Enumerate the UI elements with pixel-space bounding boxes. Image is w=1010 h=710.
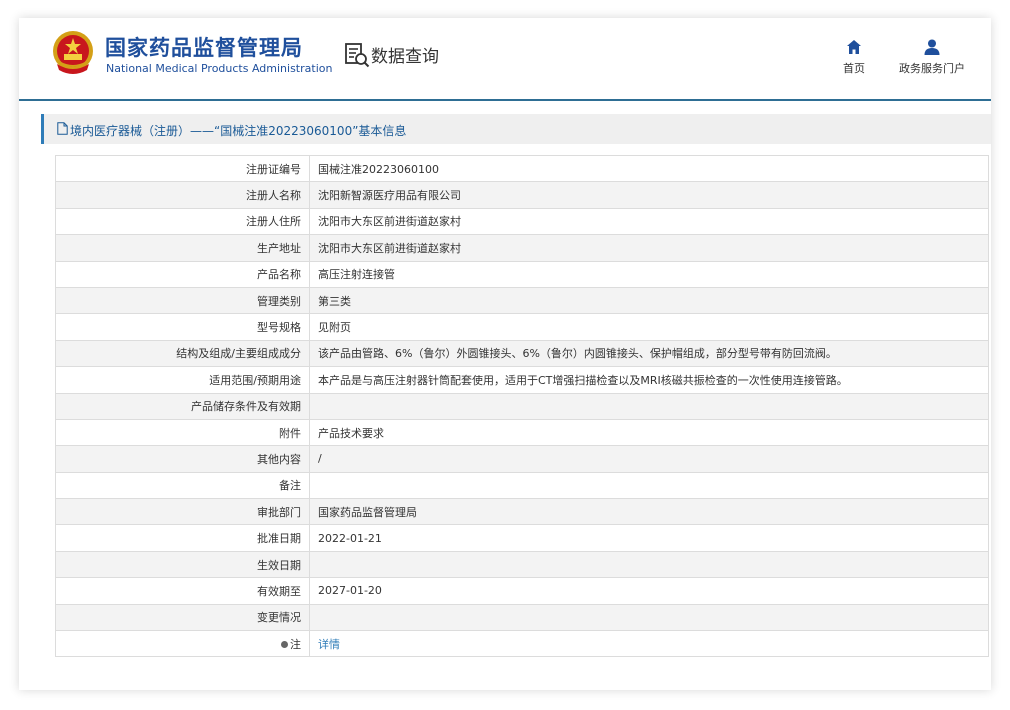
table-row: 审批部门 国家药品监督管理局 [55,498,989,526]
field-value: 国械注准20223060100 [309,154,989,183]
field-label: 审批部门 [55,498,310,526]
table-row: 产品储存条件及有效期 [55,392,989,420]
field-label: 其他内容 [55,445,310,473]
field-value: 沈阳新智源医疗用品有限公司 [309,181,989,209]
table-row: 结构及组成/主要组成成分 该产品由管路、6%（鲁尔）外圆锥接头、6%（鲁尔）内圆锥… [55,339,989,368]
field-label: 适用范围/预期用途 [55,366,310,394]
pin-icon [281,641,288,649]
field-value: 沈阳市大东区前进街道赵家村 [309,234,989,262]
table-row-note: 注 详情 [55,630,989,658]
brand-name-cn: 国家药品监督管理局 [105,36,303,60]
nav-service-portal[interactable]: 政务服务门户 [899,38,965,76]
data-query-label: 数据查询 [371,47,439,67]
field-value [309,550,989,579]
field-label: 产品名称 [55,260,310,288]
table-row: 生效日期 [55,550,989,579]
field-value: 高压注射连接管 [309,260,989,288]
field-label: 管理类别 [55,286,310,315]
table-row: 管理类别 第三类 [55,286,989,315]
field-value: 国家药品监督管理局 [309,498,989,526]
page-card: 国家药品监督管理局 National Medical Products Admi… [19,18,991,690]
site-header: 国家药品监督管理局 National Medical Products Admi… [19,18,991,101]
field-value: 2027-01-20 [309,577,989,605]
record-title: 境内医疗器械（注册）——“国械注准20223060100”基本信息 [70,124,407,138]
table-row: 有效期至 2027-01-20 [55,577,989,605]
nav-home[interactable]: 首页 [843,38,865,76]
note-label-cell: 注 [55,630,310,658]
table-row: 备注 [55,471,989,500]
field-value: 沈阳市大东区前进街道赵家村 [309,207,989,236]
data-query-icon [345,43,370,68]
field-label: 结构及组成/主要组成成分 [55,339,310,368]
field-label: 批准日期 [55,524,310,552]
table-row: 产品名称 高压注射连接管 [55,260,989,288]
field-value [309,603,989,632]
table-row: 适用范围/预期用途 本产品是与高压注射器针筒配套使用，适用于CT增强扫描检查以及M… [55,366,989,394]
table-row: 批准日期 2022-01-21 [55,524,989,552]
field-label: 备注 [55,471,310,500]
user-icon [924,39,940,55]
field-label: 有效期至 [55,577,310,605]
field-value: / [309,445,989,473]
table-row: 型号规格 见附页 [55,313,989,341]
field-label: 注册证编号 [55,154,310,183]
field-value: 该产品由管路、6%（鲁尔）外圆锥接头、6%（鲁尔）内圆锥接头、保护帽组成，部分型… [309,339,989,368]
record-title-bar: 境内医疗器械（注册）——“国械注准20223060100”基本信息 [41,114,991,144]
table-row: 附件 产品技术要求 [55,418,989,447]
field-value: 本产品是与高压注射器针筒配套使用，适用于CT增强扫描检查以及MRI核磁共振检查的… [309,366,989,394]
field-label: 附件 [55,418,310,447]
table-row: 其他内容 / [55,445,989,473]
field-label: 注册人名称 [55,181,310,209]
field-value [309,392,989,420]
table-row: 注册证编号 国械注准20223060100 [55,154,989,183]
field-value: 2022-01-21 [309,524,989,552]
brand-name-en: National Medical Products Administration [106,62,333,75]
table-row: 变更情况 [55,603,989,632]
field-label: 生产地址 [55,234,310,262]
field-value: 见附页 [309,313,989,341]
table-row: 注册人名称 沈阳新智源医疗用品有限公司 [55,181,989,209]
record-detail-table: 注册证编号 国械注准20223060100 注册人名称 沈阳新智源医疗用品有限公司 注册… [55,154,989,658]
field-label: 型号规格 [55,313,310,341]
table-row: 生产地址 沈阳市大东区前进街道赵家村 [55,234,989,262]
nav-home-label: 首页 [843,62,865,75]
table-row: 注册人住所 沈阳市大东区前进街道赵家村 [55,207,989,236]
note-value-cell: 详情 [309,630,989,658]
field-label: 产品储存条件及有效期 [55,392,310,420]
field-value [309,471,989,500]
field-value: 第三类 [309,286,989,315]
home-icon [847,40,861,54]
field-value: 产品技术要求 [309,418,989,447]
field-label: 生效日期 [55,550,310,579]
nav-service-portal-label: 政务服务门户 [899,62,965,75]
field-label: 注册人住所 [55,207,310,236]
field-label: 变更情况 [55,603,310,632]
national-emblem-icon [53,31,93,74]
note-label: 注 [290,637,301,651]
details-link[interactable]: 详情 [318,638,340,651]
document-icon [57,122,68,135]
